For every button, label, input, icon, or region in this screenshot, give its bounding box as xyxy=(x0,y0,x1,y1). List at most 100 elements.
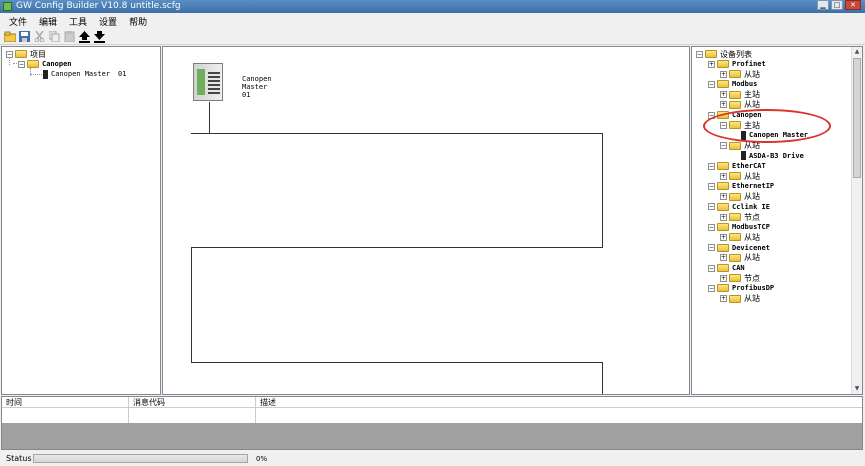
progress-bar xyxy=(33,454,248,463)
expand-icon[interactable]: + xyxy=(720,254,727,262)
collapse-icon[interactable]: − xyxy=(708,284,715,292)
minimize-button[interactable]: ▁ xyxy=(817,0,829,10)
tree-node-slave[interactable]: + 从站 xyxy=(720,294,760,304)
expand-icon[interactable]: + xyxy=(720,193,727,201)
close-button[interactable]: ✕ xyxy=(845,0,861,10)
tree-node-devicenet[interactable]: − Devicenet xyxy=(708,243,770,253)
tree-node-device-list[interactable]: − 设备列表 xyxy=(696,49,752,59)
tree-node-ethernetip[interactable]: − EthernetIP xyxy=(708,181,774,191)
tree-node-slave[interactable]: + 从站 xyxy=(720,100,760,110)
bus-wire xyxy=(209,102,210,133)
collapse-icon[interactable]: − xyxy=(708,80,715,88)
tree-node-slave[interactable]: + 从站 xyxy=(720,253,760,263)
bus-wire xyxy=(602,362,603,394)
tree-node-node[interactable]: + 节点 xyxy=(720,273,760,283)
expand-icon[interactable]: + xyxy=(720,70,727,78)
tree-node-master[interactable]: + 主站 xyxy=(720,90,760,100)
tree-node-modbus[interactable]: − Modbus xyxy=(708,79,757,89)
copy-icon[interactable] xyxy=(48,30,61,43)
maximize-button[interactable]: □ xyxy=(831,0,843,10)
tree-node-ethercat[interactable]: − EtherCAT xyxy=(708,161,766,171)
tree-node-project[interactable]: − 项目 xyxy=(6,49,46,59)
vertical-scrollbar[interactable]: ▲ ▼ xyxy=(851,47,862,394)
expand-icon[interactable]: + xyxy=(720,233,727,241)
plc-device-icon[interactable] xyxy=(193,63,223,101)
bus-wire xyxy=(191,362,603,363)
tree-node-asda-b3-drive[interactable]: ASDA-B3 Drive xyxy=(740,151,804,161)
highlight-circle xyxy=(703,109,831,143)
tree-node-slave[interactable]: + 从站 xyxy=(720,232,760,242)
column-code[interactable]: 消息代码 xyxy=(129,397,256,408)
device-label-line3: 01 xyxy=(242,91,251,99)
tree-node-canopen-master[interactable]: Canopen Master 01 xyxy=(42,69,126,79)
device-icon xyxy=(741,151,746,161)
folder-icon xyxy=(717,80,729,89)
menu-bar: 文件 编辑 工具 设置 帮助 xyxy=(0,13,865,29)
tree-node-profibusdp[interactable]: − ProfibusDP xyxy=(708,283,774,293)
folder-icon xyxy=(729,213,741,221)
menu-help[interactable]: 帮助 xyxy=(123,13,153,29)
tree-node-slave[interactable]: + 从站 xyxy=(720,69,760,79)
expand-icon[interactable]: + xyxy=(708,60,715,68)
tree-node-can[interactable]: − CAN xyxy=(708,263,745,273)
column-time[interactable]: 时间 xyxy=(2,397,129,408)
expand-icon[interactable]: + xyxy=(720,274,727,282)
status-bar: Status 0% xyxy=(0,451,865,466)
collapse-icon[interactable]: − xyxy=(708,162,715,170)
menu-file[interactable]: 文件 xyxy=(3,13,33,29)
scroll-down-icon[interactable]: ▼ xyxy=(852,384,862,394)
tree-label: ProfibusDP xyxy=(732,284,775,293)
collapse-icon[interactable]: − xyxy=(708,203,715,211)
scroll-up-icon[interactable]: ▲ xyxy=(852,47,862,57)
tree-node-modbustcp[interactable]: − ModbusTCP xyxy=(708,222,770,232)
menu-tools[interactable]: 工具 xyxy=(63,13,93,29)
tree-label: 设备列表 xyxy=(720,49,752,59)
tree-node-cclink-ie[interactable]: − Cclink IE xyxy=(708,202,770,212)
collapse-icon[interactable]: − xyxy=(18,60,25,68)
menu-edit[interactable]: 编辑 xyxy=(33,13,63,29)
folder-icon xyxy=(717,223,729,232)
window-controls: ▁ □ ✕ xyxy=(817,0,861,13)
expand-icon[interactable]: + xyxy=(720,101,727,109)
tree-label: EthernetIP xyxy=(732,182,775,191)
tree-node-slave[interactable]: + 从站 xyxy=(720,171,760,181)
tree-label: 从站 xyxy=(744,192,760,202)
tree-node-node[interactable]: + 节点 xyxy=(720,212,760,222)
expand-icon[interactable]: + xyxy=(720,172,727,180)
bus-wire xyxy=(191,247,192,362)
toolbar xyxy=(0,29,865,45)
collapse-icon[interactable]: − xyxy=(708,264,715,272)
tree-label: CAN xyxy=(732,264,745,272)
collapse-icon[interactable]: − xyxy=(708,182,715,190)
collapse-icon[interactable]: − xyxy=(708,244,715,252)
tree-node-profinet[interactable]: + Profinet xyxy=(708,59,766,69)
column-desc[interactable]: 描述 xyxy=(256,397,862,408)
folder-icon xyxy=(729,70,741,79)
folder-icon xyxy=(717,284,729,293)
expand-icon[interactable]: + xyxy=(720,213,727,221)
status-label: Status xyxy=(6,454,32,463)
cut-icon[interactable] xyxy=(33,30,46,43)
paste-icon[interactable] xyxy=(63,30,76,43)
scroll-thumb[interactable] xyxy=(853,58,861,178)
topology-canvas[interactable]: Canopen Master 01 xyxy=(162,46,690,395)
folder-icon xyxy=(729,274,741,283)
upload-icon[interactable] xyxy=(78,30,91,43)
window-title: GW Config Builder V10.8 untitle.scfg xyxy=(16,1,181,11)
expand-icon[interactable]: + xyxy=(720,91,727,99)
new-folder-icon[interactable] xyxy=(3,30,16,43)
tree-label: 从站 xyxy=(744,294,760,304)
collapse-icon[interactable]: − xyxy=(708,223,715,231)
save-icon[interactable] xyxy=(18,30,31,43)
menu-settings[interactable]: 设置 xyxy=(93,13,123,29)
tree-node-slave[interactable]: + 从站 xyxy=(720,192,760,202)
tree-label: 从站 xyxy=(744,232,760,242)
download-icon[interactable] xyxy=(93,30,106,43)
collapse-icon[interactable]: − xyxy=(6,50,13,58)
collapse-icon[interactable]: − xyxy=(696,50,703,58)
collapse-icon[interactable]: − xyxy=(720,142,727,150)
tree-node-canopen[interactable]: − Canopen xyxy=(18,59,72,69)
device-address: 01 xyxy=(118,70,127,78)
expand-icon[interactable]: + xyxy=(720,295,727,303)
title-bar: GW Config Builder V10.8 untitle.scfg ▁ □… xyxy=(0,0,865,13)
